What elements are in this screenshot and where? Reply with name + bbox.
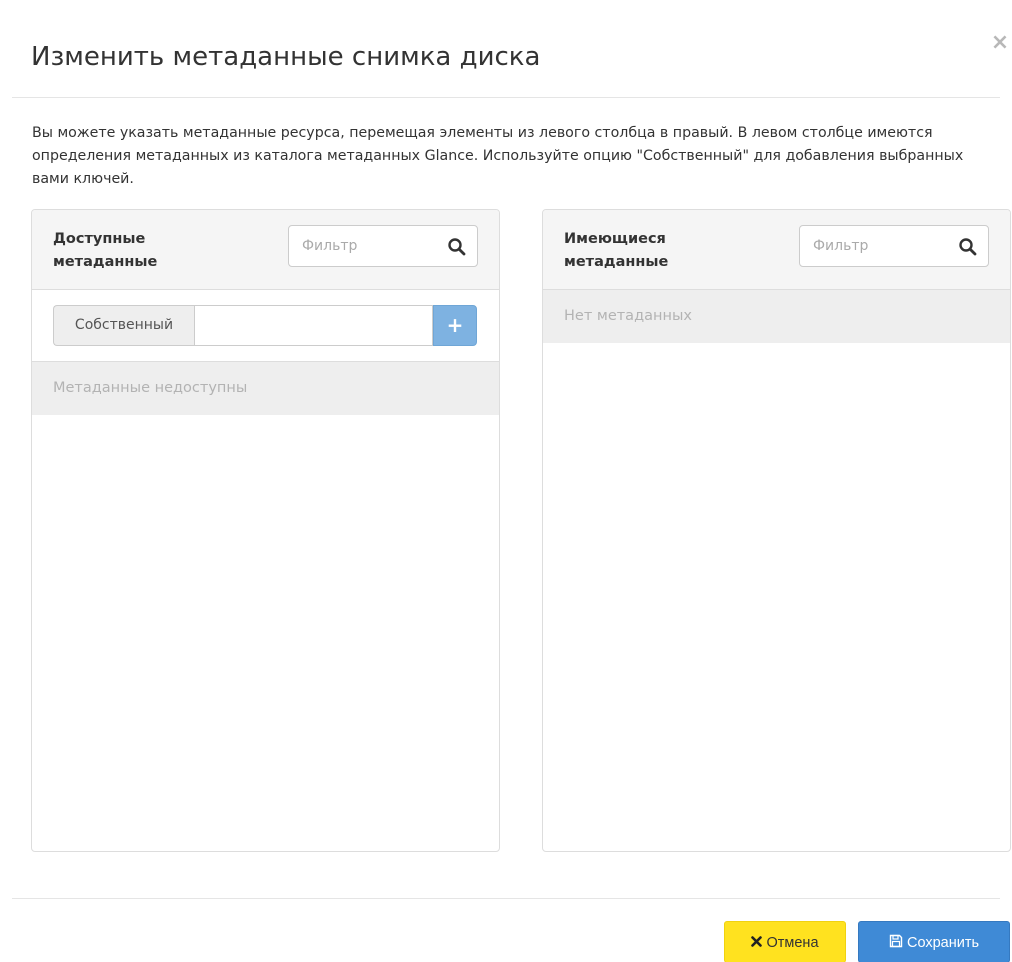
save-label: Сохранить [906,935,980,952]
existing-filter-input[interactable] [801,227,951,265]
modal-title: Изменить метаданные снимка диска [31,42,541,72]
modal-description: Вы можете указать метаданные ресурса, пе… [32,125,964,187]
existing-filter [799,225,989,267]
cancel-button[interactable]: Отмена [724,921,846,962]
edit-metadata-modal: Изменить метаданные снимка диска × Вы мо… [0,0,1012,962]
available-metadata-panel: Доступные метаданные Собственный + Метад… [31,209,500,852]
plus-icon: + [446,313,464,337]
available-metadata-title: Доступные метаданные [53,231,158,270]
save-button[interactable]: Сохранить [858,921,1010,962]
times-icon [751,935,763,947]
existing-metadata-title: Имеющиеся метаданные [564,231,669,270]
close-icon[interactable]: × [989,32,1011,54]
floppy-disk-icon [889,934,903,948]
available-empty-message: Метаданные недоступны [32,362,499,415]
available-filter-input[interactable] [290,227,440,265]
modal-footer: Отмена Сохранить [12,898,1010,962]
modal-header: Изменить метаданные снимка диска × [12,0,1009,98]
custom-metadata-row: Собственный + [32,290,499,362]
add-custom-button[interactable]: + [433,305,477,346]
available-filter [288,225,478,267]
search-icon[interactable] [447,237,467,257]
search-icon[interactable] [958,237,978,257]
existing-metadata-panel: Имеющиеся метаданные Нет метаданных [542,209,1011,852]
custom-label: Собственный [53,305,194,346]
cancel-label: Отмена [766,935,819,952]
existing-metadata-heading: Имеющиеся метаданные [543,210,1010,290]
available-metadata-heading: Доступные метаданные [32,210,499,290]
custom-key-input[interactable] [194,305,433,346]
existing-empty-message: Нет метаданных [543,290,1010,343]
